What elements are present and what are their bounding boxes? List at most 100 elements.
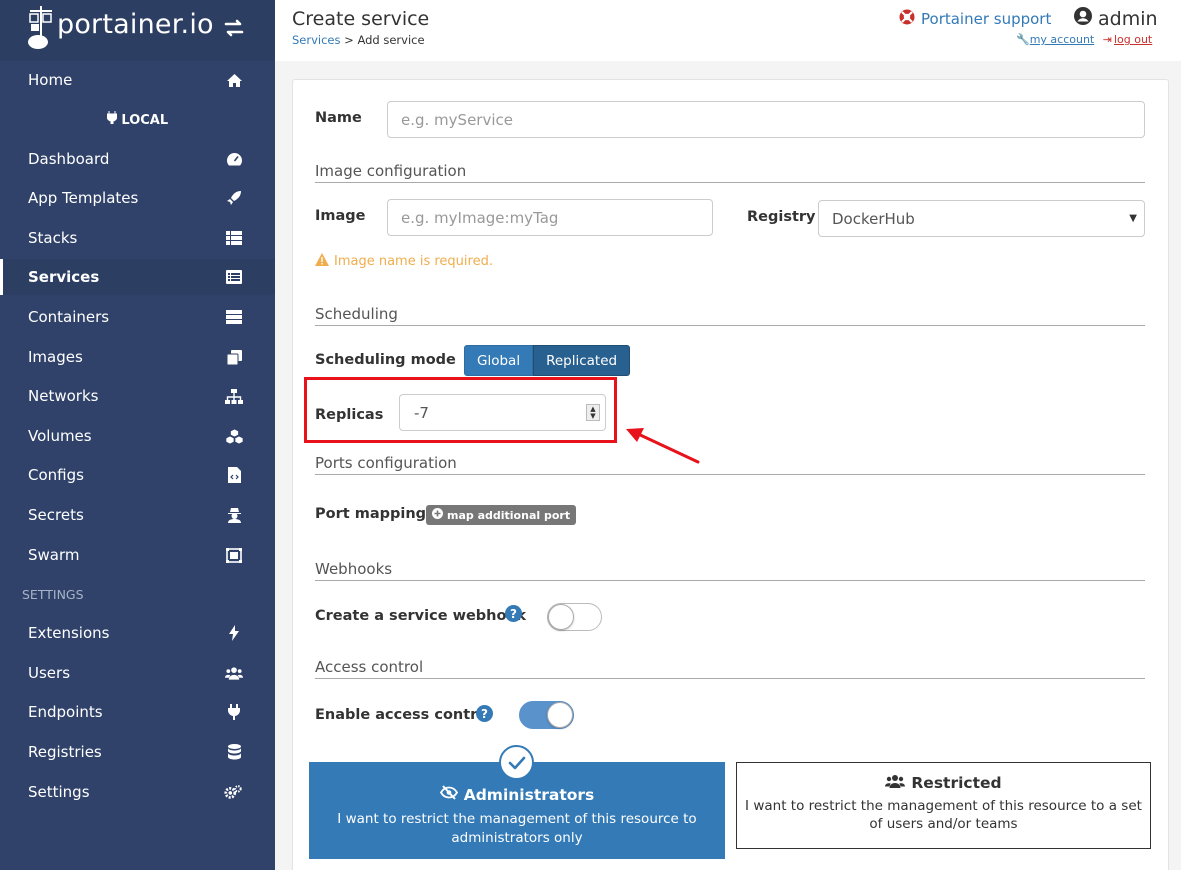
th-list-icon: [225, 229, 243, 247]
access-control-label: Enable access control: [315, 707, 493, 723]
sidebar-item-settings[interactable]: Settings: [0, 774, 275, 810]
portainer-support-link[interactable]: Portainer support: [899, 9, 1051, 29]
image-input[interactable]: e.g. myImage:myTag: [387, 199, 713, 236]
brand-bar: portainer.io: [0, 0, 275, 61]
sidebar-item-swarm[interactable]: Swarm: [0, 537, 275, 573]
breadcrumb-services-link[interactable]: Services: [292, 33, 341, 47]
sidebar-item-label: Volumes: [28, 427, 92, 445]
sidebar-item-label: App Templates: [28, 189, 139, 207]
port-mapping-label: Port mapping: [315, 506, 427, 522]
sidebar-item-images[interactable]: Images: [0, 339, 275, 375]
file-code-icon: [225, 466, 243, 484]
sign-out-icon: ⇥: [1102, 33, 1112, 46]
cogs-icon: [224, 783, 242, 801]
sidebar-item-secrets[interactable]: Secrets: [0, 497, 275, 533]
my-account-link[interactable]: my account: [1030, 33, 1095, 46]
sidebar-item-label: Stacks: [28, 229, 78, 247]
life-ring-icon: [899, 9, 915, 29]
plus-circle-icon: [432, 508, 443, 522]
breadcrumb: Services > Add service: [292, 33, 425, 47]
name-placeholder: e.g. myService: [401, 110, 513, 129]
restricted-description: I want to restrict the management of thi…: [745, 798, 1142, 832]
webhook-label: Create a service webhook: [315, 608, 527, 624]
sitemap-icon: [225, 387, 243, 405]
toggle-knob: [548, 604, 574, 630]
sidebar-item-label: Configs: [28, 466, 84, 484]
sidebar-item-app-templates[interactable]: App Templates: [0, 180, 275, 216]
brand-name[interactable]: portainer.io: [57, 9, 214, 40]
settings-section-title: SETTINGS: [22, 587, 84, 602]
name-input[interactable]: e.g. myService: [387, 101, 1145, 138]
image-label: Image: [315, 208, 366, 224]
plug-icon: [106, 111, 122, 128]
scheduling-mode-label: Scheduling mode: [315, 352, 456, 368]
access-control-help-icon[interactable]: ?: [476, 705, 493, 722]
sidebar-item-containers[interactable]: Containers: [0, 299, 275, 335]
sidebar-item-services[interactable]: Services: [0, 259, 275, 295]
sidebar-item-networks[interactable]: Networks: [0, 378, 275, 414]
registry-select[interactable]: DockerHub ▼: [818, 200, 1145, 237]
user-secret-icon: [225, 506, 243, 524]
sidebar: portainer.io Home LOCAL Dashboard App Te…: [0, 0, 275, 870]
bolt-icon: [225, 624, 243, 642]
sidebar-item-label: Services: [28, 268, 100, 286]
sidebar-item-extensions[interactable]: Extensions: [0, 615, 275, 651]
sidebar-item-label: Settings: [28, 783, 90, 801]
username: admin: [1098, 7, 1158, 30]
clone-icon: [225, 348, 243, 366]
restricted-option[interactable]: Restricted I want to restrict the manage…: [736, 762, 1151, 849]
map-additional-port-button[interactable]: map additional port: [426, 505, 577, 525]
ports-configuration-heading: Ports configuration: [315, 454, 1145, 475]
scheduling-heading: Scheduling: [315, 305, 1145, 326]
user-circle-icon: [1074, 7, 1092, 30]
switch-arrows-icon[interactable]: [222, 16, 246, 40]
sidebar-item-users[interactable]: Users: [0, 655, 275, 691]
sidebar-item-registries[interactable]: Registries: [0, 734, 275, 770]
administrators-description: I want to restrict the management of thi…: [337, 811, 697, 846]
scheduling-replicated-button[interactable]: Replicated: [533, 345, 631, 376]
webhook-toggle[interactable]: [547, 603, 602, 631]
plug-icon: [225, 703, 243, 721]
webhooks-heading: Webhooks: [315, 560, 1145, 581]
tachometer-icon: [225, 150, 243, 168]
sidebar-item-label: Home: [28, 71, 73, 89]
sidebar-item-label: Dashboard: [28, 150, 110, 168]
webhook-help-icon[interactable]: ?: [505, 605, 522, 622]
log-out-link[interactable]: log out: [1114, 33, 1152, 46]
toggle-knob: [547, 702, 573, 728]
caret-down-icon: ▼: [1129, 213, 1137, 224]
endpoint-name: LOCAL: [0, 111, 275, 128]
image-placeholder: e.g. myImage:myTag: [401, 208, 559, 227]
sidebar-item-label: Networks: [28, 387, 99, 405]
sidebar-item-label: Extensions: [28, 624, 110, 642]
highlight-box: [304, 377, 617, 443]
object-group-icon: [225, 546, 243, 564]
access-control-heading: Access control: [315, 658, 1145, 679]
server-icon: [225, 308, 243, 326]
image-configuration-heading: Image configuration: [315, 162, 1145, 183]
cubes-icon: [225, 427, 243, 445]
sidebar-item-label: Swarm: [28, 546, 80, 564]
user-menu: admin: [1074, 7, 1158, 30]
name-label: Name: [315, 110, 362, 126]
user-links: 🔧my account ⇥ log out: [1016, 33, 1152, 46]
sidebar-item-volumes[interactable]: Volumes: [0, 418, 275, 454]
wrench-icon: 🔧: [1016, 33, 1030, 46]
sidebar-item-home[interactable]: Home: [0, 62, 275, 98]
scheduling-global-button[interactable]: Global: [464, 345, 534, 376]
registry-selected-value: DockerHub: [832, 209, 915, 228]
access-control-toggle[interactable]: [519, 701, 574, 729]
warning-icon: [315, 253, 329, 270]
sidebar-item-stacks[interactable]: Stacks: [0, 220, 275, 256]
users-icon: [225, 664, 243, 682]
portainer-logo-icon[interactable]: [27, 4, 55, 50]
database-icon: [225, 743, 243, 761]
rocket-icon: [225, 189, 243, 207]
sidebar-item-endpoints[interactable]: Endpoints: [0, 694, 275, 730]
sidebar-item-dashboard[interactable]: Dashboard: [0, 141, 275, 177]
administrators-title: Administrators: [309, 785, 725, 804]
breadcrumb-current: > Add service: [344, 33, 425, 47]
sidebar-item-label: Endpoints: [28, 703, 103, 721]
list-alt-icon: [225, 268, 243, 286]
sidebar-item-configs[interactable]: Configs: [0, 457, 275, 493]
